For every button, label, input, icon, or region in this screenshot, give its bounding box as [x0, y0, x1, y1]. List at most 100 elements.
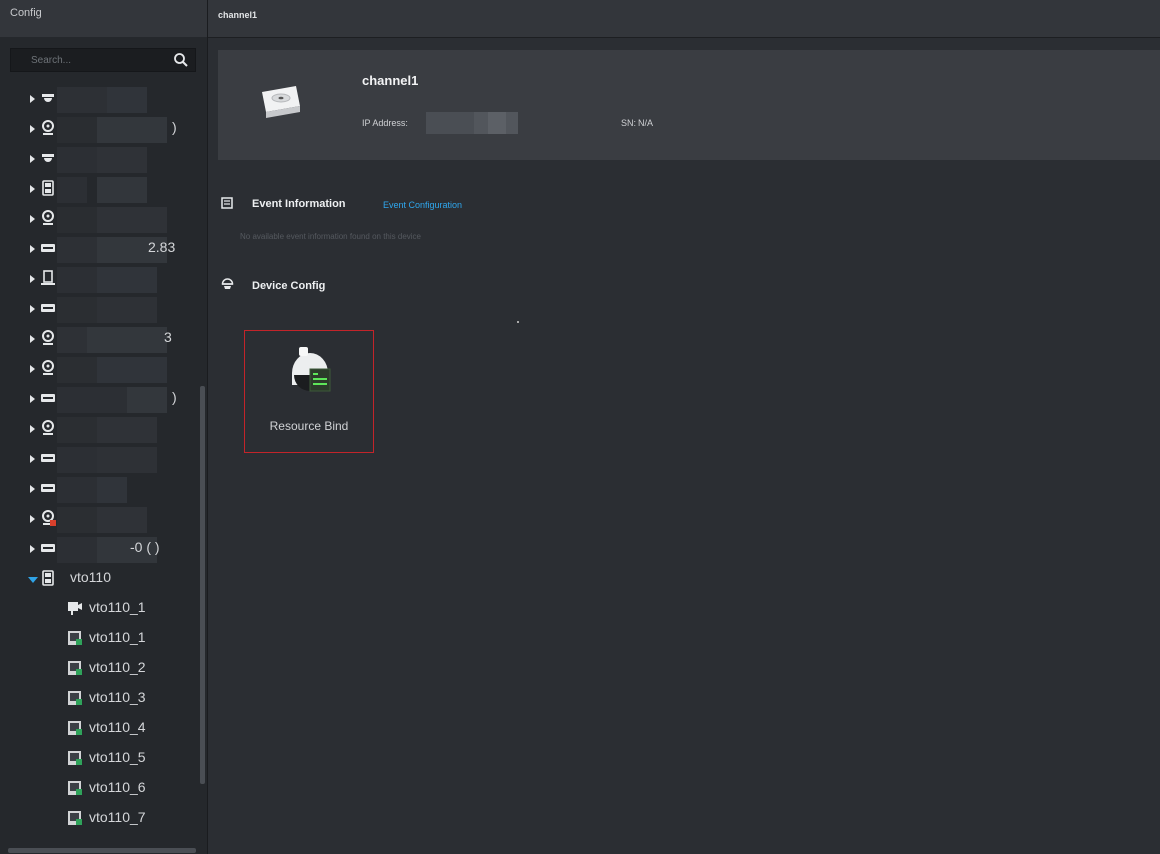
tree-child-node[interactable]: vto110_1 — [0, 594, 200, 624]
expand-arrow-icon[interactable] — [30, 395, 35, 403]
device-info-panel: channel1 IP Address: SN: N/A — [218, 50, 1160, 160]
expand-arrow-icon[interactable] — [30, 215, 35, 223]
tree-node[interactable]: ) — [0, 384, 200, 414]
tree-node[interactable] — [0, 264, 200, 294]
door-channel-icon — [68, 721, 82, 735]
tree-node[interactable]: vto110 — [0, 564, 200, 594]
tree-child-label: vto110_2 — [89, 659, 146, 675]
device-config-heading: Device Config — [252, 280, 326, 292]
webcam-icon — [42, 210, 54, 225]
expand-arrow-icon[interactable] — [30, 125, 35, 133]
webcam-icon — [42, 120, 54, 135]
expand-arrow-icon[interactable] — [30, 365, 35, 373]
door-channel-icon — [68, 631, 82, 645]
sidebar-scrollbar[interactable] — [200, 386, 205, 784]
tree-node[interactable]: 3 — [0, 324, 200, 354]
expand-arrow-icon[interactable] — [30, 275, 35, 283]
redacted-name-block — [97, 357, 167, 383]
redacted-name-block — [57, 387, 127, 413]
tree-node[interactable] — [0, 174, 200, 204]
redacted-name-block — [57, 297, 97, 323]
ip-address-redacted — [426, 112, 474, 134]
tree-child-node[interactable]: vto110_5 — [0, 744, 200, 774]
expand-arrow-icon[interactable] — [30, 155, 35, 163]
webcam-icon — [42, 330, 54, 345]
tree-node-label: ) — [172, 389, 177, 405]
tree-node[interactable] — [0, 144, 200, 174]
redacted-name-block — [57, 237, 97, 263]
tree-node[interactable] — [0, 474, 200, 504]
redacted-name-block — [97, 207, 167, 233]
tree-child-node[interactable]: vto110_7 — [0, 804, 200, 834]
collapse-arrow-icon[interactable] — [28, 577, 38, 583]
expand-arrow-icon[interactable] — [30, 95, 35, 103]
tree-node[interactable] — [0, 444, 200, 474]
nvr-icon — [41, 304, 55, 312]
redacted-name-block — [97, 297, 157, 323]
expand-arrow-icon[interactable] — [30, 335, 35, 343]
redacted-name-block — [57, 357, 97, 383]
tree-node[interactable] — [0, 204, 200, 234]
expand-arrow-icon[interactable] — [30, 305, 35, 313]
search-icon[interactable] — [173, 52, 189, 68]
tree-node[interactable] — [0, 504, 200, 534]
webcam-icon — [42, 420, 54, 435]
tree-node[interactable] — [0, 294, 200, 324]
tree-child-label: vto110_3 — [89, 689, 146, 705]
expand-arrow-icon[interactable] — [30, 185, 35, 193]
nvr-icon — [41, 544, 55, 552]
tree-child-node[interactable]: vto110_4 — [0, 714, 200, 744]
tree-child-node[interactable]: vto110_1 — [0, 624, 200, 654]
resource-bind-icon — [292, 347, 331, 392]
door-channel-icon — [68, 811, 82, 825]
resource-bind-label: Resource Bind — [269, 419, 349, 433]
tree-node[interactable]: 2.83 — [0, 234, 200, 264]
expand-arrow-icon[interactable] — [30, 485, 35, 493]
intercom-icon — [42, 180, 54, 196]
sn-value: N/A — [638, 118, 654, 128]
expand-arrow-icon[interactable] — [30, 545, 35, 553]
redacted-name-block — [57, 147, 97, 173]
tree-node[interactable] — [0, 84, 200, 114]
redacted-name-block — [97, 117, 167, 143]
redacted-name-block — [97, 177, 147, 203]
expand-arrow-icon[interactable] — [30, 245, 35, 253]
door-channel-icon — [68, 781, 82, 795]
video-channel-icon — [68, 602, 82, 615]
redacted-name-block — [97, 417, 157, 443]
redacted-name-block — [57, 327, 87, 353]
redacted-name-block — [57, 447, 97, 473]
door-channel-icon — [68, 661, 82, 675]
tree-child-node[interactable]: vto110_2 — [0, 654, 200, 684]
tree-child-node[interactable]: vto110_3 — [0, 684, 200, 714]
resource-bind-button[interactable]: Resource Bind — [244, 330, 374, 453]
tree-child-label: vto110_5 — [89, 749, 146, 765]
redacted-name-block — [57, 207, 97, 233]
redacted-name-block — [57, 117, 97, 143]
tree-node[interactable] — [0, 354, 200, 384]
sidebar-title: Config — [0, 0, 207, 37]
tree-node[interactable]: -0 ( ) — [0, 534, 200, 564]
redacted-name-block — [127, 387, 167, 413]
redacted-name-block — [97, 267, 157, 293]
intercom-icon — [42, 570, 54, 586]
tree-child-node[interactable]: vto110_6 — [0, 774, 200, 804]
tree-node-label: ) — [172, 119, 177, 135]
search-box — [10, 48, 196, 72]
sidebar-horizontal-scrollbar[interactable] — [8, 848, 196, 853]
tree-node[interactable] — [0, 414, 200, 444]
event-empty-message: No available event information found on … — [240, 232, 421, 241]
tree-node-label: -0 ( ) — [130, 539, 160, 555]
redacted-name-block — [57, 507, 97, 533]
tree-node[interactable]: ) — [0, 114, 200, 144]
expand-arrow-icon[interactable] — [30, 425, 35, 433]
door-channel-icon — [68, 751, 82, 765]
sidebar: Config ) 2.83 3) -0 ( ) vto110 vto110_1 vto110… — [0, 0, 208, 854]
event-list-icon — [221, 197, 233, 209]
expand-arrow-icon[interactable] — [30, 455, 35, 463]
decorative-dot — [517, 321, 519, 323]
event-configuration-link[interactable]: Event Configuration — [383, 200, 462, 210]
search-input[interactable] — [11, 49, 161, 71]
expand-arrow-icon[interactable] — [30, 515, 35, 523]
device-config-icon — [221, 278, 234, 289]
